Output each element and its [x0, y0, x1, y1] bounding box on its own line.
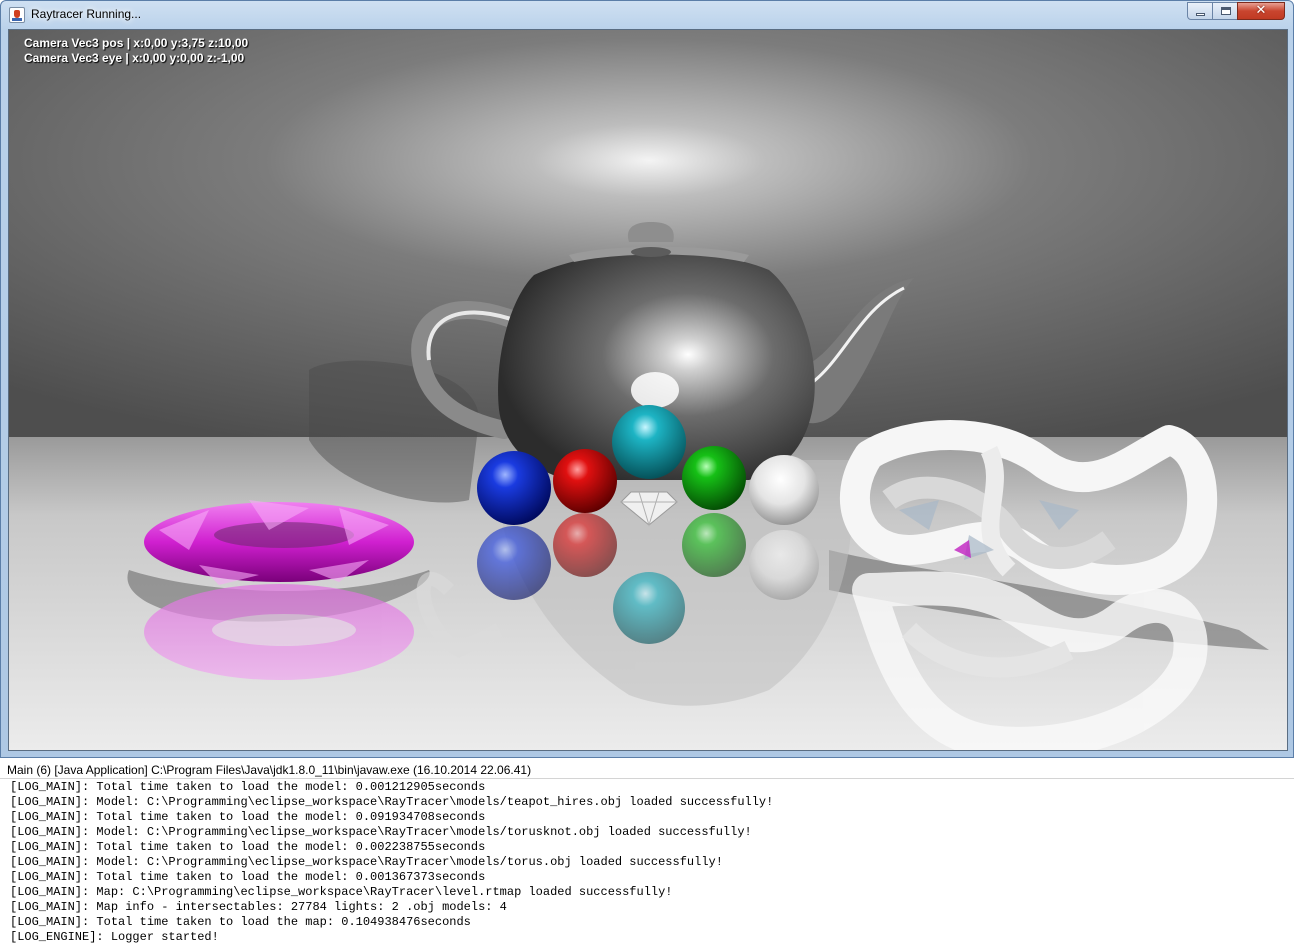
log-line: [LOG_MAIN]: Total time taken to load the… [10, 810, 486, 824]
green-sphere [682, 446, 746, 510]
glass-sphere [749, 455, 819, 525]
log-line: [LOG_MAIN]: Map: C:\Programming\eclipse_… [10, 885, 673, 899]
maximize-icon [1221, 7, 1231, 15]
log-line: [LOG_MAIN]: Model: C:\Programming\eclips… [10, 825, 752, 839]
cyan-sphere [612, 405, 686, 479]
log-line: [LOG_MAIN]: Total time taken to load the… [10, 915, 471, 929]
log-line: [LOG_MAIN]: Model: C:\Programming\eclips… [10, 855, 723, 869]
console-title: Main (6) [Java Application] C:\Program F… [7, 763, 532, 777]
raytracer-window: Raytracer Running... ✕ Camera Vec3 pos |… [0, 0, 1294, 758]
red-sphere [553, 449, 617, 513]
log-line: [LOG_MAIN]: Total time taken to load the… [10, 780, 486, 794]
camera-pos-readout: Camera Vec3 pos | x:0,00 y:3,75 z:10,00 [24, 36, 249, 50]
render-viewport[interactable]: Camera Vec3 pos | x:0,00 y:3,75 z:10,00 … [8, 29, 1288, 751]
blue-sphere [477, 451, 551, 525]
close-icon: ✕ [1255, 3, 1267, 18]
close-button[interactable]: ✕ [1237, 2, 1285, 20]
java-app-icon[interactable] [9, 7, 25, 23]
camera-eye-readout: Camera Vec3 eye | x:0,00 y:0,00 z:-1,00 [24, 51, 245, 65]
minimize-icon [1196, 13, 1205, 16]
magenta-torus-reflection [144, 584, 414, 680]
console-output[interactable]: [LOG_MAIN]: Total time taken to load the… [0, 779, 1294, 949]
maximize-button[interactable] [1212, 2, 1238, 20]
minimize-button[interactable] [1187, 2, 1213, 20]
camera-info: Camera Vec3 pos | x:0,00 y:3,75 z:10,00 … [24, 36, 248, 66]
log-line: [LOG_ENGINE]: Logger started! [10, 930, 219, 944]
rendered-scene [9, 30, 1287, 750]
log-line: [LOG_MAIN]: Map info - intersectables: 2… [10, 900, 507, 914]
teapot-knob [627, 222, 674, 242]
title-bar[interactable]: Raytracer Running... ✕ [1, 1, 1293, 28]
log-line: [LOG_MAIN]: Total time taken to load the… [10, 840, 486, 854]
log-line: [LOG_MAIN]: Total time taken to load the… [10, 870, 486, 884]
log-line: [LOG_MAIN]: Model: C:\Programming\eclips… [10, 795, 774, 809]
window-title: Raytracer Running... [31, 7, 142, 21]
console-header: Main (6) [Java Application] C:\Program F… [0, 760, 1294, 779]
